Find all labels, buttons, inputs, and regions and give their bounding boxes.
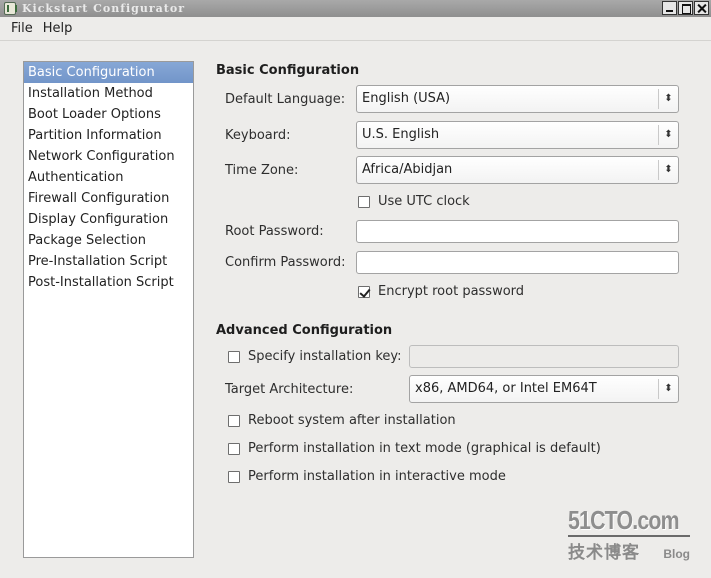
watermark-site: 51CTO.com [568, 505, 680, 535]
minimize-button[interactable] [662, 1, 677, 15]
target-architecture-label: Target Architecture: [225, 382, 354, 397]
encrypt-password-label: Encrypt root password [378, 284, 525, 299]
combo-arrow-icon: ⬍ [658, 379, 678, 399]
time-zone-label: Time Zone: [225, 163, 299, 178]
watermark-divider [568, 535, 690, 537]
sidebar-item-basic-configuration[interactable]: Basic Configuration [24, 62, 193, 83]
confirm-password-label: Confirm Password: [225, 255, 346, 270]
close-button[interactable] [694, 1, 709, 15]
checkbox-box[interactable] [228, 350, 240, 363]
window-controls [662, 1, 709, 15]
checkbox-box[interactable] [358, 195, 370, 208]
checkbox-box[interactable] [228, 414, 240, 427]
encrypt-password-checkbox[interactable]: Encrypt root password [358, 284, 524, 299]
interactive-mode-label: Perform installation in interactive mode [248, 469, 506, 484]
watermark-logo: 51CTO.com 技术博客 Blog [568, 506, 696, 564]
time-zone-value: Africa/Abidjan [362, 162, 453, 177]
installation-key-label: Specify installation key: [248, 349, 402, 364]
maximize-button[interactable] [678, 1, 693, 15]
text-mode-label: Perform installation in text mode (graph… [248, 441, 601, 456]
reboot-checkbox[interactable]: Reboot system after installation [228, 413, 456, 428]
time-zone-select[interactable]: Africa/Abidjan ⬍ [356, 156, 679, 184]
advanced-configuration-heading: Advanced Configuration [216, 323, 393, 338]
keyboard-value: U.S. English [362, 127, 440, 142]
sidebar-item-authentication[interactable]: Authentication [24, 167, 193, 188]
default-language-label: Default Language: [225, 92, 346, 107]
watermark-blog: Blog [663, 547, 690, 561]
menu-bar: File Help [0, 17, 711, 41]
combo-arrow-icon: ⬍ [658, 89, 678, 109]
basic-configuration-heading: Basic Configuration [216, 63, 360, 78]
menu-file[interactable]: File [0, 21, 39, 36]
target-architecture-select[interactable]: x86, AMD64, or Intel EM64T ⬍ [409, 375, 679, 403]
menu-help[interactable]: Help [39, 21, 79, 36]
watermark-tagline: 技术博客 [568, 543, 640, 563]
confirm-password-input[interactable] [356, 251, 679, 274]
combo-arrow-icon: ⬍ [658, 160, 678, 180]
utc-clock-checkbox[interactable]: Use UTC clock [358, 194, 470, 209]
app-icon [4, 2, 17, 15]
checkbox-box[interactable] [358, 285, 370, 298]
combo-arrow-icon: ⬍ [658, 125, 678, 145]
sidebar-item-post-installation-script[interactable]: Post-Installation Script [24, 272, 193, 293]
default-language-select[interactable]: English (USA) ⬍ [356, 85, 679, 113]
keyboard-label: Keyboard: [225, 128, 291, 143]
root-password-label: Root Password: [225, 224, 324, 239]
sidebar-item-package-selection[interactable]: Package Selection [24, 230, 193, 251]
keyboard-select[interactable]: U.S. English ⬍ [356, 121, 679, 149]
category-list: Basic Configuration Installation Method … [23, 61, 194, 558]
default-language-value: English (USA) [362, 91, 451, 106]
target-architecture-value: x86, AMD64, or Intel EM64T [415, 381, 597, 396]
utc-clock-label: Use UTC clock [378, 194, 470, 209]
interactive-mode-checkbox[interactable]: Perform installation in interactive mode [228, 469, 506, 484]
root-password-input[interactable] [356, 220, 679, 243]
window-title: Kickstart Configurator [22, 2, 185, 15]
sidebar-item-pre-installation-script[interactable]: Pre-Installation Script [24, 251, 193, 272]
checkbox-box[interactable] [228, 470, 240, 483]
sidebar-item-boot-loader-options[interactable]: Boot Loader Options [24, 104, 193, 125]
sidebar-item-installation-method[interactable]: Installation Method [24, 83, 193, 104]
sidebar-item-network-configuration[interactable]: Network Configuration [24, 146, 193, 167]
checkbox-box[interactable] [228, 442, 240, 455]
sidebar-item-display-configuration[interactable]: Display Configuration [24, 209, 193, 230]
sidebar-item-firewall-configuration[interactable]: Firewall Configuration [24, 188, 193, 209]
sidebar-item-partition-information[interactable]: Partition Information [24, 125, 193, 146]
text-mode-checkbox[interactable]: Perform installation in text mode (graph… [228, 441, 601, 456]
installation-key-input[interactable] [409, 345, 679, 368]
reboot-label: Reboot system after installation [248, 413, 456, 428]
installation-key-checkbox[interactable]: Specify installation key: [228, 349, 402, 364]
title-bar[interactable]: Kickstart Configurator [0, 0, 711, 17]
